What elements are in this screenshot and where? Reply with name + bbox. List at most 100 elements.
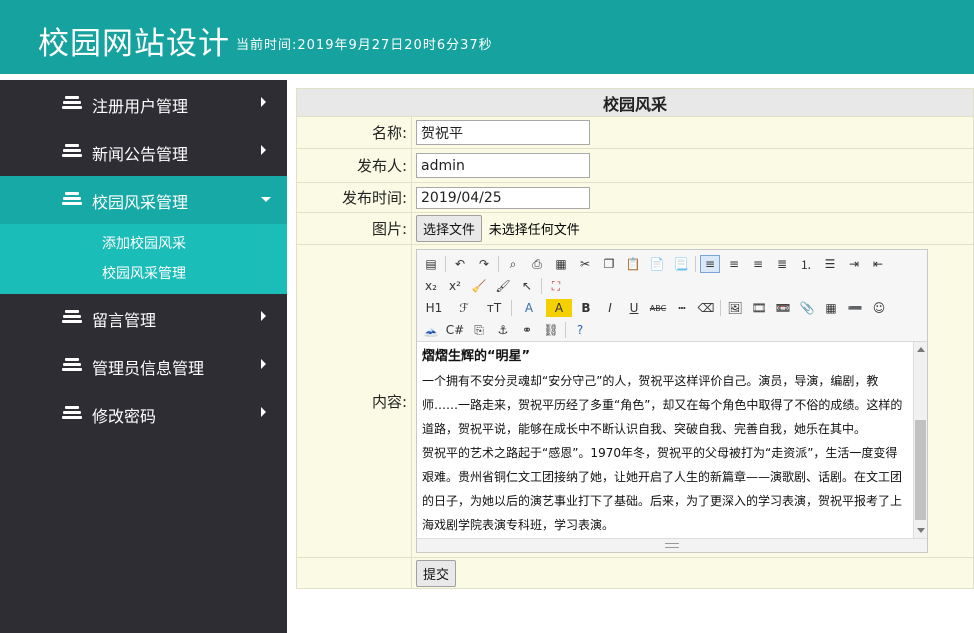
- sidebar-item-admin-info[interactable]: 管理员信息管理: [0, 342, 287, 390]
- font-size-dropdown[interactable]: тT: [481, 299, 507, 317]
- editor-resize-handle[interactable]: [417, 538, 927, 552]
- content-heading: 熠熠生辉的“明星”: [422, 349, 531, 364]
- paste-icon[interactable]: 📋: [623, 255, 643, 273]
- highlight-color-dropdown[interactable]: A: [546, 299, 572, 317]
- sidebar-item-label: 校园风采管理: [92, 193, 189, 212]
- sidebar-item-campus-style[interactable]: 校园风采管理: [0, 176, 287, 224]
- stack-icon: [62, 192, 82, 207]
- underline-icon[interactable]: U: [624, 299, 644, 317]
- chevron-right-icon: [261, 407, 266, 417]
- unordered-list-icon[interactable]: ☰: [820, 255, 840, 273]
- insert-table-icon[interactable]: ▦: [821, 299, 841, 317]
- paste-word-icon[interactable]: 📃: [671, 255, 691, 273]
- scroll-down-icon[interactable]: [917, 528, 925, 533]
- content-paragraph: 贺祝平的艺术之路起于“感恩”。1970年冬，贺祝平的父母被打为“走资派”，生活一…: [422, 446, 903, 532]
- preview-icon[interactable]: ⌕: [503, 255, 523, 273]
- stack-icon: [62, 358, 82, 373]
- align-right-icon[interactable]: ≡: [748, 255, 768, 273]
- publisher-label: 发布人:: [296, 148, 412, 183]
- sidebar-item-label: 管理员信息管理: [92, 359, 205, 378]
- image-label: 图片:: [296, 212, 412, 245]
- align-justify-icon[interactable]: ≣: [772, 255, 792, 273]
- heading-dropdown[interactable]: H1: [421, 299, 447, 317]
- insert-flash-icon[interactable]: 🎞: [749, 299, 769, 317]
- indent-icon[interactable]: ⇥: [844, 255, 864, 273]
- rich-text-editor: ▤ ↶ ↷ ⌕ ⎙ ▦ ✂ ❐ 📋 📄 📃 ≡ ≡ ≡ ≣ ⒈ ☰ ⇥ ⇤ x₂…: [416, 249, 928, 553]
- redo-icon[interactable]: ↷: [474, 255, 494, 273]
- page-break-icon[interactable]: ⎘: [469, 321, 489, 339]
- content-label: 内容:: [296, 244, 412, 558]
- image-manager-icon[interactable]: 🗻: [421, 321, 441, 339]
- editor-scrollbar[interactable]: [913, 342, 927, 538]
- chevron-right-icon: [261, 311, 266, 321]
- strikethrough-icon[interactable]: ABC: [648, 299, 668, 317]
- site-header: 校园网站设计 当前时间:2019年9月27日20时6分37秒: [0, 0, 974, 74]
- format-painter-icon[interactable]: 🖌: [493, 277, 513, 295]
- attachment-icon[interactable]: 📎: [797, 299, 817, 317]
- editor-content[interactable]: 熠熠生辉的“明星” 一个拥有不安分灵魂却“安分守己”的人，贺祝平这样评价自己。演…: [417, 342, 913, 538]
- content-paragraph: 一个拥有不安分灵魂却“安分守己”的人，贺祝平这样评价自己。演员，导演，编剧，教师…: [422, 374, 903, 436]
- sidebar-item-label: 注册用户管理: [92, 97, 189, 116]
- submit-button[interactable]: 提交: [416, 559, 457, 587]
- chevron-right-icon: [261, 145, 266, 155]
- editor-toolbar: ▤ ↶ ↷ ⌕ ⎙ ▦ ✂ ❐ 📋 📄 📃 ≡ ≡ ≡ ≣ ⒈ ☰ ⇥ ⇤ x₂…: [417, 250, 927, 342]
- subscript-icon[interactable]: x₂: [421, 277, 441, 295]
- code-icon[interactable]: C#: [445, 321, 465, 339]
- sidebar-item-label: 留言管理: [92, 311, 157, 330]
- link-icon[interactable]: ⚭: [517, 321, 537, 339]
- insert-image-icon[interactable]: 🖼: [725, 299, 745, 317]
- publish-time-label: 发布时间:: [296, 182, 412, 213]
- align-center-icon[interactable]: ≡: [724, 255, 744, 273]
- scroll-up-icon[interactable]: [917, 347, 925, 352]
- paste-text-icon[interactable]: 📄: [647, 255, 667, 273]
- publisher-field[interactable]: [416, 153, 590, 178]
- emoticon-icon[interactable]: ☺: [869, 299, 889, 317]
- ordered-list-icon[interactable]: ⒈: [796, 255, 816, 273]
- help-icon[interactable]: ?: [570, 321, 590, 339]
- submenu-item-add-campus-style[interactable]: 添加校园风采: [102, 234, 287, 264]
- chevron-right-icon: [261, 97, 266, 107]
- print-icon[interactable]: ⎙: [527, 255, 547, 273]
- sidebar-item-messages[interactable]: 留言管理: [0, 294, 287, 342]
- undo-icon[interactable]: ↶: [450, 255, 470, 273]
- scrollbar-thumb[interactable]: [915, 420, 926, 520]
- grip-icon: [665, 543, 679, 548]
- form-caption: 校园风采: [296, 88, 974, 117]
- choose-file-button[interactable]: 选择文件: [416, 215, 483, 242]
- insert-hr-icon[interactable]: ➖: [845, 299, 865, 317]
- chevron-right-icon: [261, 359, 266, 369]
- font-color-dropdown[interactable]: A: [516, 299, 542, 317]
- cut-icon[interactable]: ✂: [575, 255, 595, 273]
- clear-format-icon[interactable]: 🧹: [469, 277, 489, 295]
- sidebar-item-label: 修改密码: [92, 407, 157, 426]
- sidebar: 注册用户管理 新闻公告管理 校园风采管理 添加校园风采 校园风采管理 留言管理 …: [0, 80, 287, 633]
- sidebar-item-change-password[interactable]: 修改密码: [0, 390, 287, 438]
- no-file-text: 未选择任何文件: [488, 223, 580, 238]
- bold-icon[interactable]: B: [576, 299, 596, 317]
- sidebar-item-news[interactable]: 新闻公告管理: [0, 128, 287, 176]
- italic-icon[interactable]: I: [600, 299, 620, 317]
- unlink-icon[interactable]: ⛓: [541, 321, 561, 339]
- insert-media-icon[interactable]: 📼: [773, 299, 793, 317]
- submenu-item-manage-campus-style[interactable]: 校园风采管理: [102, 264, 287, 294]
- superscript-icon[interactable]: x²: [445, 277, 465, 295]
- stack-icon: [62, 144, 82, 159]
- fullscreen-icon[interactable]: ⛶: [546, 277, 566, 295]
- sidebar-item-users[interactable]: 注册用户管理: [0, 80, 287, 128]
- eraser-icon[interactable]: ⌫: [696, 299, 716, 317]
- source-icon[interactable]: ▤: [421, 255, 441, 273]
- publish-time-field[interactable]: [416, 186, 590, 209]
- sidebar-submenu: 添加校园风采 校园风采管理: [0, 224, 287, 294]
- align-left-icon[interactable]: ≡: [700, 255, 720, 273]
- template-icon[interactable]: ▦: [551, 255, 571, 273]
- select-all-icon[interactable]: ↖: [517, 277, 537, 295]
- copy-icon[interactable]: ❐: [599, 255, 619, 273]
- font-family-dropdown[interactable]: ℱ: [451, 299, 477, 317]
- name-field[interactable]: [416, 120, 590, 145]
- sidebar-item-label: 新闻公告管理: [92, 145, 189, 164]
- site-title: 校园网站设计: [38, 26, 230, 62]
- outdent-icon[interactable]: ⇤: [868, 255, 888, 273]
- horizontal-rule-icon[interactable]: ┅: [672, 299, 692, 317]
- anchor-icon[interactable]: ⚓: [493, 321, 513, 339]
- name-label: 名称:: [296, 116, 412, 149]
